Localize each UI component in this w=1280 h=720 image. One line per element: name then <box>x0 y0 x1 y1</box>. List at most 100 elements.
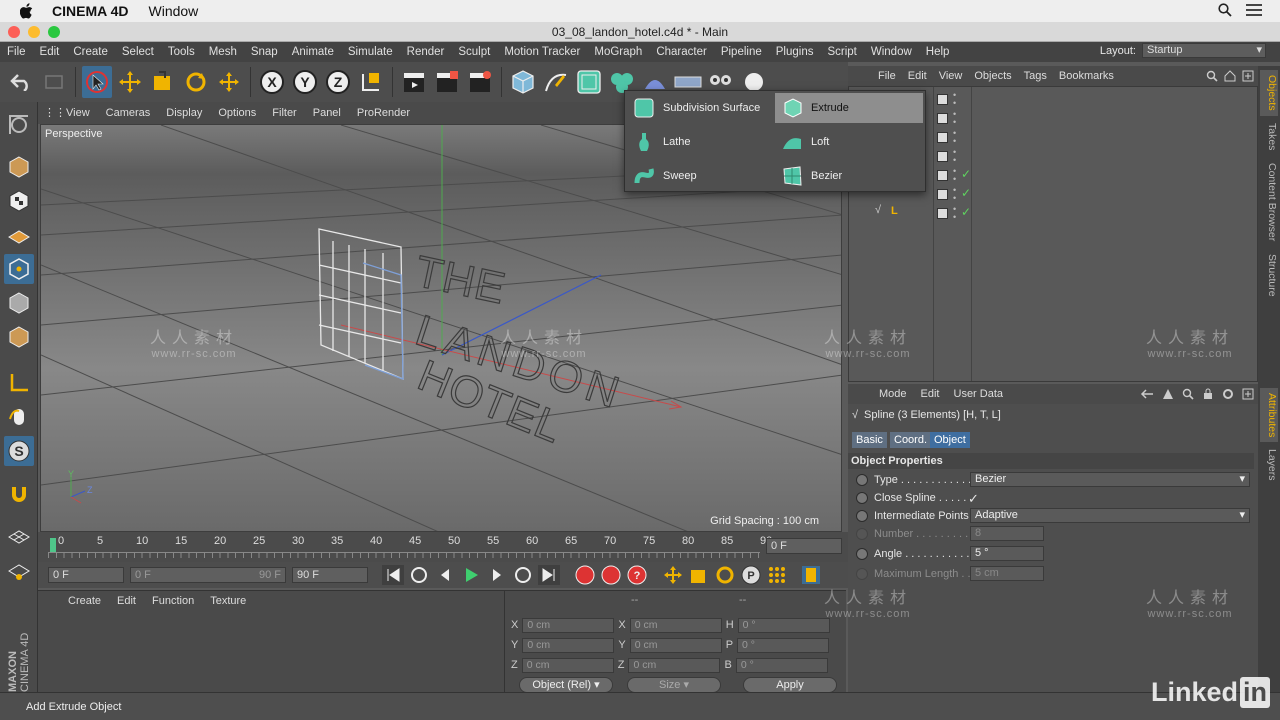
menu-select[interactable]: Select <box>115 46 161 58</box>
back-arrow-icon[interactable] <box>1140 388 1154 400</box>
render-to-picture-viewer-button[interactable] <box>432 66 462 98</box>
home-icon[interactable] <box>1224 70 1236 82</box>
menu-motion-tracker[interactable]: Motion Tracker <box>497 46 587 58</box>
material-menu-edit[interactable]: Edit <box>109 595 144 607</box>
render-settings-button[interactable] <box>465 66 495 98</box>
layer-box-icon[interactable] <box>937 113 948 124</box>
up-arrow-icon[interactable] <box>1162 388 1174 400</box>
keyframe-selection-icon[interactable]: ? <box>626 564 648 586</box>
size-x-field[interactable]: 0 cm <box>629 617 722 633</box>
texture-mode-button[interactable] <box>4 186 34 216</box>
coordinate-system-button[interactable] <box>356 66 386 98</box>
layer-box-icon[interactable] <box>937 151 948 162</box>
menu-render[interactable]: Render <box>400 46 452 58</box>
attr-menu-edit[interactable]: Edit <box>914 388 947 400</box>
notification-center-icon[interactable] <box>1246 4 1262 16</box>
objects-menu-bookmarks[interactable]: Bookmarks <box>1053 70 1120 82</box>
visibility-dots-icon[interactable]: • • <box>953 186 956 203</box>
magnet-button[interactable] <box>4 480 34 510</box>
close-window-button[interactable] <box>8 26 20 38</box>
animate-radio[interactable] <box>856 510 868 522</box>
settings-icon[interactable] <box>1222 388 1234 400</box>
close-spline-checkbox[interactable]: ✓ <box>968 491 979 507</box>
new-window-icon[interactable] <box>1242 388 1254 400</box>
timeline-ruler[interactable]: 051015202530354045505560657075808590 0 F <box>38 532 848 562</box>
material-menu-function[interactable]: Function <box>144 595 202 607</box>
size-y-field[interactable]: 0 cm <box>629 637 722 653</box>
make-editable-button[interactable] <box>4 110 34 140</box>
angle-field[interactable]: 5 ° <box>970 546 1044 561</box>
menu-window[interactable]: Window <box>864 46 919 58</box>
side-tab-takes[interactable]: Takes <box>1260 120 1278 154</box>
attr-menu-mode[interactable]: Mode <box>872 388 914 400</box>
pos-y-field[interactable]: 0 cm <box>522 637 615 653</box>
visibility-dots-icon[interactable]: • • <box>953 110 956 127</box>
workplane-lock-button[interactable] <box>4 556 34 586</box>
side-tab-content-browser[interactable]: Content Browser <box>1260 158 1278 246</box>
menu-edit[interactable]: Edit <box>33 46 67 58</box>
menu-pipeline[interactable]: Pipeline <box>714 46 769 58</box>
tab-object[interactable]: Object <box>930 432 970 448</box>
undo-button[interactable] <box>6 66 36 98</box>
coordinate-mode-dropdown[interactable]: Object (Rel) ▾ <box>519 677 613 693</box>
play-icon[interactable] <box>460 565 482 585</box>
viewport-menu-panel[interactable]: Panel <box>305 107 349 119</box>
animate-radio[interactable] <box>856 548 868 560</box>
objects-menu-tags[interactable]: Tags <box>1018 70 1053 82</box>
app-name[interactable]: CINEMA 4D <box>52 3 129 19</box>
intermediate-points-dropdown[interactable]: Adaptive ▾ <box>970 508 1250 523</box>
apply-button[interactable]: Apply <box>743 677 837 693</box>
objects-menu-objects[interactable]: Objects <box>968 70 1017 82</box>
menu-animate[interactable]: Animate <box>285 46 341 58</box>
search-icon[interactable] <box>1182 388 1194 400</box>
visibility-dots-icon[interactable]: • • <box>953 148 956 165</box>
key-rotation-icon[interactable] <box>714 564 736 586</box>
layer-box-icon[interactable] <box>937 170 948 181</box>
menu-script[interactable]: Script <box>820 46 863 58</box>
grid-snap-button[interactable] <box>4 522 34 552</box>
layer-box-icon[interactable] <box>937 132 948 143</box>
material-menu-create[interactable]: Create <box>60 595 109 607</box>
enabled-check-icon[interactable]: ✓ <box>961 167 971 181</box>
transform-tool-button[interactable] <box>214 66 244 98</box>
zoom-window-button[interactable] <box>48 26 60 38</box>
rot-p-field[interactable]: 0 ° <box>737 637 830 653</box>
menu-character[interactable]: Character <box>649 46 714 58</box>
preview-range-slider[interactable]: 0 F 90 F <box>130 567 286 583</box>
key-pla-icon[interactable] <box>766 564 788 586</box>
current-frame-field[interactable]: 0 F <box>766 538 842 554</box>
playhead[interactable] <box>50 538 56 552</box>
menu-tools[interactable]: Tools <box>161 46 202 58</box>
live-selection-button[interactable] <box>82 66 112 98</box>
popup-lathe[interactable]: Lathe <box>627 127 773 157</box>
visibility-dots-icon[interactable]: • • <box>953 91 956 108</box>
menu-mesh[interactable]: Mesh <box>202 46 244 58</box>
menu-create[interactable]: Create <box>66 46 115 58</box>
start-frame-field[interactable]: 0 F <box>48 567 124 583</box>
key-parameter-icon[interactable]: P <box>740 564 762 586</box>
rot-b-field[interactable]: 0 ° <box>735 657 828 673</box>
points-mode-button[interactable] <box>4 254 34 284</box>
subdivision-surface-button[interactable] <box>574 66 604 98</box>
workplane-mode-button[interactable] <box>4 220 34 250</box>
menu-plugins[interactable]: Plugins <box>769 46 821 58</box>
type-dropdown[interactable]: Bezier ▾ <box>970 472 1250 487</box>
window-menu[interactable]: Window <box>149 3 199 19</box>
animate-radio[interactable] <box>856 492 868 504</box>
viewport-menu-prorender[interactable]: ProRender <box>349 107 418 119</box>
visibility-dots-icon[interactable]: • • <box>953 167 956 184</box>
redo-button[interactable] <box>39 66 69 98</box>
popup-extrude[interactable]: Extrude <box>775 93 923 123</box>
search-icon[interactable] <box>1206 70 1218 82</box>
objects-menu-file[interactable]: File <box>872 70 902 82</box>
menu-simulate[interactable]: Simulate <box>341 46 400 58</box>
next-key-icon[interactable] <box>512 565 534 585</box>
attr-menu-user-data[interactable]: User Data <box>947 388 1011 400</box>
side-tab-attributes[interactable]: Attributes <box>1260 388 1278 442</box>
object-row-l[interactable]: √ L <box>849 203 1257 222</box>
popup-bezier[interactable]: Bezier <box>775 161 923 191</box>
tweak-mode-button[interactable] <box>4 402 34 432</box>
size-mode-dropdown[interactable]: Size ▾ <box>627 677 721 693</box>
prev-frame-icon[interactable] <box>434 565 456 585</box>
y-axis-lock-button[interactable]: Y <box>290 66 320 98</box>
